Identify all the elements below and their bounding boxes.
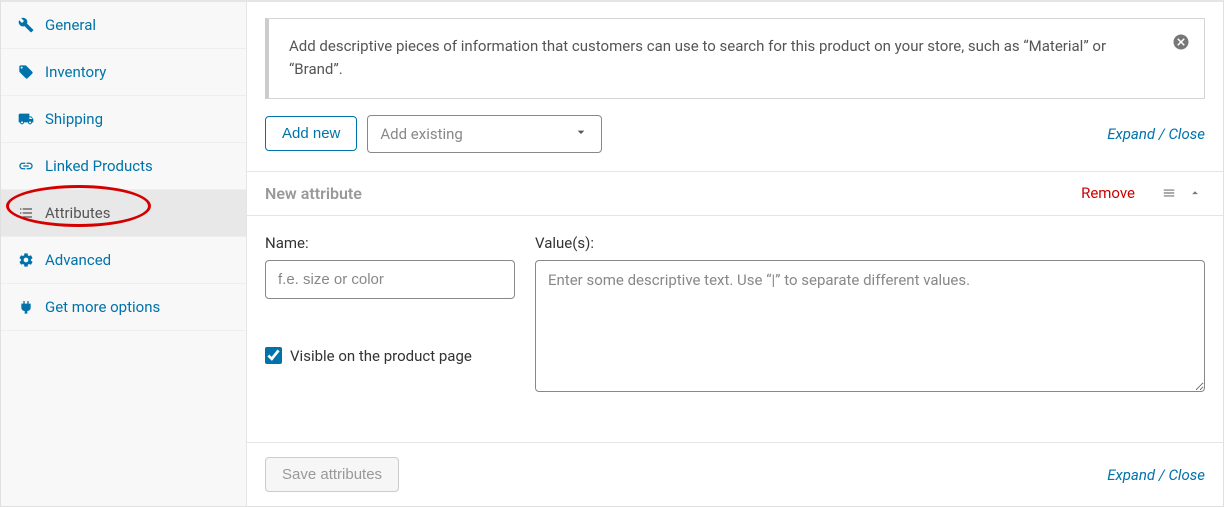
sidebar-item-inventory[interactable]: Inventory: [1, 49, 246, 96]
attribute-values-column: Value(s):: [535, 234, 1205, 396]
attribute-row-body: Name: Visible on the product page Value(…: [247, 216, 1223, 414]
remove-attribute-link[interactable]: Remove: [1081, 184, 1135, 202]
sidebar-item-shipping[interactable]: Shipping: [1, 96, 246, 143]
add-new-button[interactable]: Add new: [265, 116, 357, 151]
add-existing-select[interactable]: Add existing: [367, 115, 602, 153]
close-icon[interactable]: [1172, 33, 1190, 58]
sidebar-item-label: Shipping: [45, 110, 103, 128]
link-icon: [17, 157, 35, 175]
name-label: Name:: [265, 234, 515, 252]
truck-icon: [17, 110, 35, 128]
sidebar-item-label: Inventory: [45, 63, 106, 81]
sidebar-item-general[interactable]: General: [1, 2, 246, 49]
expand-close-link-bottom[interactable]: Expand / Close: [1107, 466, 1205, 484]
sidebar-item-label: Get more options: [45, 298, 160, 316]
sidebar-item-label: General: [45, 16, 96, 34]
sidebar-item-attributes[interactable]: Attributes: [1, 190, 246, 237]
attribute-title: New attribute: [265, 184, 362, 203]
add-existing-placeholder: Add existing: [380, 125, 462, 143]
visible-checkbox-row: Visible on the product page: [265, 347, 515, 365]
drag-handle-icon[interactable]: [1159, 186, 1179, 200]
plugin-icon: [17, 298, 35, 316]
visible-checkbox-label[interactable]: Visible on the product page: [290, 347, 472, 365]
attribute-name-input[interactable]: [265, 260, 515, 299]
chevron-down-icon: [573, 124, 589, 144]
save-attributes-button[interactable]: Save attributes: [265, 457, 399, 492]
sidebar: General Inventory Shipping Linked Produc…: [1, 2, 247, 506]
sidebar-item-linked-products[interactable]: Linked Products: [1, 143, 246, 190]
attribute-values-textarea[interactable]: [535, 260, 1205, 392]
tag-icon: [17, 63, 35, 81]
expand-close-link-top[interactable]: Expand / Close: [1107, 125, 1205, 143]
main-content: Add descriptive pieces of information th…: [247, 2, 1223, 506]
attribute-row-header: New attribute Remove: [247, 171, 1223, 216]
product-data-panel: General Inventory Shipping Linked Produc…: [0, 0, 1224, 507]
attribute-controls: Add new Add existing Expand / Close: [247, 99, 1223, 171]
gear-icon: [17, 251, 35, 269]
sidebar-item-label: Advanced: [45, 251, 111, 269]
sidebar-item-label: Linked Products: [45, 157, 153, 175]
collapse-toggle-icon[interactable]: [1185, 186, 1205, 200]
list-icon: [17, 204, 35, 222]
values-label: Value(s):: [535, 234, 1205, 252]
visible-checkbox[interactable]: [265, 347, 282, 364]
wrench-icon: [17, 16, 35, 34]
info-notice-text: Add descriptive pieces of information th…: [289, 37, 1106, 78]
attribute-footer: Save attributes Expand / Close: [247, 442, 1223, 506]
sidebar-item-advanced[interactable]: Advanced: [1, 237, 246, 284]
sidebar-item-label: Attributes: [45, 204, 111, 222]
attribute-name-column: Name: Visible on the product page: [265, 234, 515, 396]
sidebar-item-get-more-options[interactable]: Get more options: [1, 284, 246, 331]
info-notice: Add descriptive pieces of information th…: [265, 18, 1205, 99]
